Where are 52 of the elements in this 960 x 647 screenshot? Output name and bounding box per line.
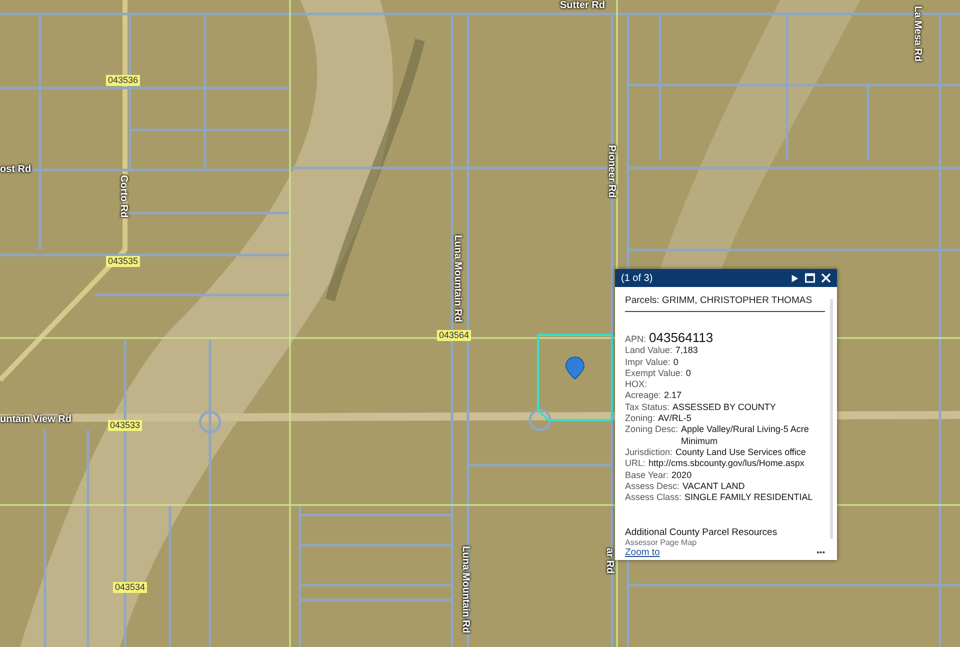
field-label: Assess Class: <box>625 492 682 504</box>
road-label: Pioneer Rd <box>605 145 617 198</box>
parcel-number-label: 043535 <box>106 256 140 267</box>
road-label: Sutter Rd <box>560 0 605 12</box>
field-label: APN: <box>625 334 646 346</box>
zoom-to-link[interactable]: Zoom to <box>625 547 660 558</box>
field-value: 2.17 <box>664 390 683 402</box>
road-label: Luna Mountain Rd <box>459 546 471 634</box>
field-label: Impr Value: <box>625 356 670 368</box>
field-label: HOX: <box>625 379 648 390</box>
road-label: ost Rd <box>0 164 32 176</box>
field-label: Jurisdiction: <box>625 446 673 458</box>
field-value: ASSESSED BY COUNTY <box>672 402 777 414</box>
field-value: 043564113 <box>649 332 714 344</box>
road-label: Luna Mountain Rd <box>451 235 463 322</box>
resource-link[interactable]: Assessor Page Map <box>625 538 825 548</box>
field-value: Apple Valley/Rural Living-5 Acre Minimum <box>681 424 810 447</box>
field-label: Land Value: <box>625 345 672 357</box>
road-label: Corto Rd <box>117 175 129 218</box>
next-arrow-icon[interactable] <box>790 274 799 282</box>
field-label: Zoning: <box>625 413 656 424</box>
more-options-button[interactable]: ••• <box>816 548 825 558</box>
field-label: Tax Status: <box>625 402 670 414</box>
field-value: VACANT LAND <box>682 480 746 492</box>
field-value: SINGLE FAMILY RESIDENTIAL <box>684 492 814 504</box>
field-value: County Land Use Services office <box>676 446 807 458</box>
road-label: ar Rd <box>603 548 615 574</box>
field-value: http://cms.sbcounty.gov/lus/Home.aspx <box>648 458 806 470</box>
parcel-number-label: 043533 <box>108 420 142 431</box>
road-label: La Mesa Rd <box>911 6 923 62</box>
location-pin-icon[interactable] <box>566 356 584 380</box>
field-value: 0 <box>686 368 692 380</box>
result-counter: (1 of 3) <box>621 272 654 284</box>
field-value: 7,183 <box>675 345 699 357</box>
field-label: Base Year: <box>625 470 669 481</box>
resources-heading: Additional County Parcel Resources <box>625 527 778 538</box>
parcel-number-label: 043534 <box>113 582 148 593</box>
field-label: Exempt Value: <box>625 368 683 380</box>
field-label: Assess Desc: <box>625 480 680 492</box>
parcel-number-label: 043536 <box>106 75 140 86</box>
popup-title: Parcels: GRIMM, CHRISTOPHER THOMAS <box>625 294 814 306</box>
parcel-number-label: 043564 <box>437 330 472 341</box>
field-value: AV/RL-5 <box>658 413 692 424</box>
field-value: 0 <box>673 356 680 368</box>
field-label: URL: <box>625 458 646 470</box>
field-label: Acreage: <box>625 390 662 402</box>
road-label: untain View Rd <box>0 414 72 426</box>
close-icon[interactable] <box>821 273 831 283</box>
maximize-icon[interactable] <box>805 273 815 283</box>
field-label: Zoning Desc: <box>625 424 678 436</box>
scrollbar[interactable] <box>830 299 833 539</box>
field-value: 2020 <box>672 470 693 481</box>
